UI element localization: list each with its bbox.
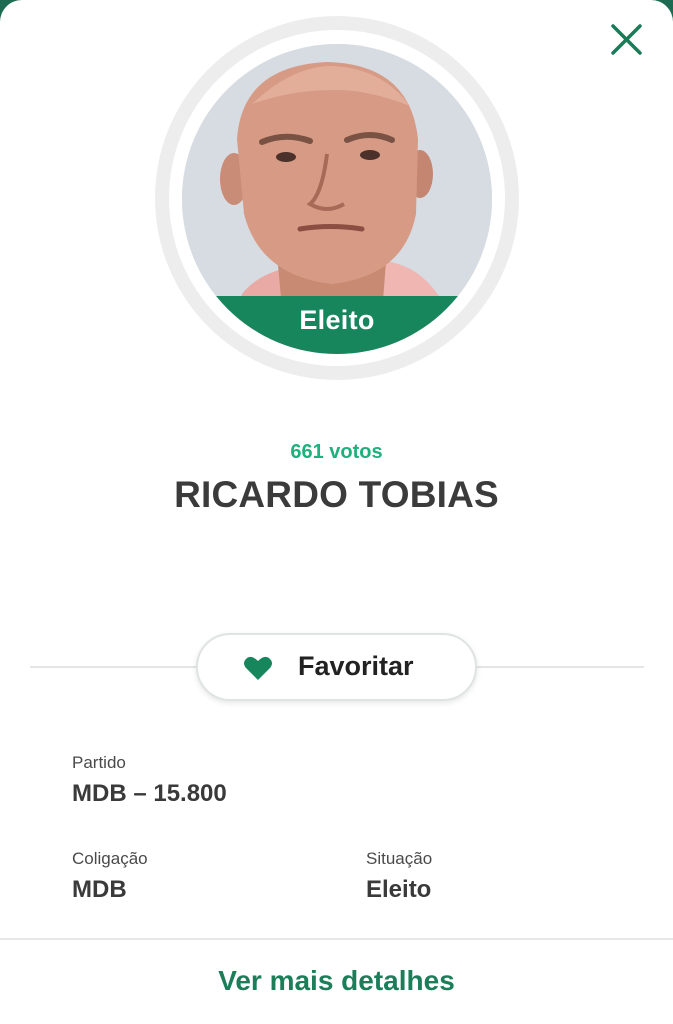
close-icon — [611, 24, 642, 55]
candidate-name: RICARDO TOBIAS — [174, 474, 499, 515]
favorite-button-label: Favoritar — [298, 651, 414, 681]
situation-value: Eleito — [366, 876, 432, 903]
coalition-label: Coligação — [72, 849, 148, 868]
heart-icon — [244, 656, 272, 680]
candidate-detail-sheet: Eleito 661 votos RICARDO TOBIAS Favorita… — [0, 0, 673, 1024]
status-badge: Eleito — [182, 296, 492, 354]
coalition-value: MDB — [72, 876, 127, 903]
close-button[interactable] — [604, 18, 650, 64]
vote-count: 661 votos — [290, 441, 383, 463]
party-value: MDB – 15.800 — [72, 780, 227, 807]
more-details-link[interactable]: Ver mais detalhes — [0, 965, 673, 997]
situation-label: Situação — [366, 849, 433, 868]
candidate-photo: Eleito — [182, 44, 492, 354]
party-label: Partido — [72, 753, 126, 772]
footer-divider — [0, 938, 673, 940]
favorite-button[interactable]: Favoritar — [196, 633, 477, 701]
